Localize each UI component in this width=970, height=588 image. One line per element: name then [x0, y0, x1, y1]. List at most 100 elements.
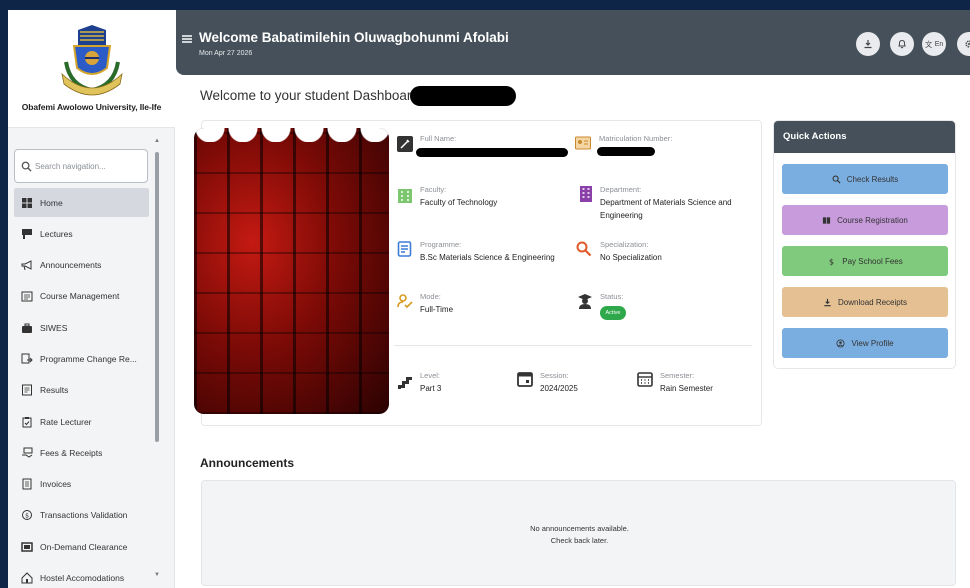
sidebar-scrollbar[interactable]: ▲ ▼ [154, 136, 162, 586]
level-label: Level: [420, 371, 441, 380]
megaphone-icon [21, 260, 32, 271]
settings-button[interactable] [957, 32, 970, 56]
app-window: Obafemi Awolowo University, Ile-Ife Home… [8, 10, 970, 588]
edit-id-icon [397, 136, 413, 152]
button-label: Download Receipts [838, 297, 907, 307]
hand-money-icon [22, 447, 33, 458]
sidebar-item-programme-change[interactable]: Programme Change Re... [14, 344, 149, 373]
check-results-button[interactable]: Check Results [782, 164, 948, 194]
svg-text:$: $ [25, 513, 29, 520]
sidebar-item-lectures[interactable]: Lectures [14, 219, 149, 248]
current-date: Mon Apr 27 2026 [199, 50, 253, 57]
search-icon [21, 161, 32, 172]
semester-value: Rain Semester [660, 384, 713, 393]
install-button[interactable] [856, 32, 880, 56]
empty-message-line1: No announcements available. [530, 524, 629, 533]
sidebar-item-fees-receipts[interactable]: Fees & Receipts [14, 438, 149, 467]
sidebar-item-hostel-accommodations[interactable]: Hostel Accomodations [14, 564, 149, 588]
university-name: Obafemi Awolowo University, Ile-Ife [21, 102, 162, 112]
button-label: Course Registration [837, 215, 908, 225]
translate-icon: 文 [925, 40, 932, 49]
language-button[interactable]: 文 En [922, 32, 946, 56]
download-receipts-button[interactable]: Download Receipts [782, 287, 948, 317]
sidebar-item-label: Transactions Validation [40, 510, 128, 521]
sidebar: Obafemi Awolowo University, Ile-Ife Home… [8, 10, 175, 588]
matric-label: Matriculation Number: [599, 134, 673, 143]
sidebar-item-label: SIWES [40, 322, 68, 333]
quick-actions-title: Quick Actions [774, 121, 955, 153]
sidebar-item-on-demand-clearance[interactable]: On-Demand Clearance [14, 532, 149, 561]
stairs-icon [398, 377, 412, 389]
level-value: Part 3 [420, 384, 442, 393]
notifications-button[interactable] [890, 32, 914, 56]
clipboard-icon [22, 416, 32, 428]
sidebar-item-label: Announcements [40, 260, 102, 271]
search-input[interactable] [35, 156, 143, 176]
programme-label: Programme: [420, 240, 462, 249]
photo-edge-top [194, 128, 389, 142]
search-icon [832, 175, 841, 184]
sidebar-item-transactions-validation[interactable]: $ Transactions Validation [14, 501, 149, 530]
view-profile-button[interactable]: View Profile [782, 328, 948, 358]
redacted-student-name [410, 86, 516, 106]
department-label: Department: [600, 185, 642, 194]
status-badge: Active [600, 306, 626, 320]
empty-message-line2: Check back later. [550, 536, 609, 545]
department-value-line1: Department of Materials Science and [600, 198, 732, 207]
sidebar-item-label: Programme Change Re... [40, 353, 137, 364]
sidebar-item-label: On-Demand Clearance [40, 541, 128, 552]
sidebar-item-label: Fees & Receipts [40, 447, 103, 458]
welcome-title: Welcome Babatimilehin Oluwagbohunmi Afol… [199, 30, 509, 45]
mode-value: Full-Time [420, 305, 454, 314]
pay-school-fees-button[interactable]: $ Pay School Fees [782, 246, 948, 276]
announcements-empty-state: No announcements available. Check back l… [202, 523, 957, 547]
user-circle-icon [836, 338, 845, 348]
brand: Obafemi Awolowo University, Ile-Ife [8, 10, 175, 128]
programme-document-icon [397, 241, 412, 257]
sidebar-item-label: Course Management [40, 291, 120, 302]
scrollbar-thumb[interactable] [155, 152, 159, 442]
scroll-up-icon[interactable]: ▲ [154, 138, 160, 144]
sidebar-item-label: Lectures [40, 228, 73, 239]
calendar-list-icon [21, 291, 33, 302]
announcements-title: Announcements [200, 456, 295, 470]
top-header: Welcome Babatimilehin Oluwagbohunmi Afol… [176, 10, 970, 75]
sidebar-item-results[interactable]: Results [14, 376, 149, 405]
language-label: En [934, 40, 944, 48]
search-box[interactable] [14, 149, 148, 183]
briefcase-icon [22, 323, 32, 333]
lectern-icon [22, 228, 32, 239]
id-card-icon [575, 136, 591, 150]
hamburger-menu-icon[interactable] [182, 34, 192, 44]
semester-label: Semester: [660, 371, 695, 380]
redacted-full-name [416, 148, 568, 157]
home-icon [22, 197, 32, 208]
office-building-icon [580, 186, 592, 202]
sidebar-item-label: Results [40, 385, 69, 396]
dollar-icon: $ [829, 257, 834, 266]
full-name-label: Full Name: [420, 134, 457, 143]
svg-text:文: 文 [925, 40, 932, 49]
gear-icon [965, 40, 970, 48]
session-value: 2024/2025 [540, 384, 578, 393]
sidebar-item-rate-lecturer[interactable]: Rate Lecturer [14, 407, 149, 436]
sidebar-item-label: Rate Lecturer [40, 416, 92, 427]
scroll-down-icon[interactable]: ▼ [154, 572, 160, 578]
sidebar-item-invoices[interactable]: Invoices [14, 470, 149, 499]
book-icon [823, 216, 831, 224]
course-registration-button[interactable]: Course Registration [782, 205, 948, 235]
university-logo [61, 25, 123, 96]
status-label: Status: [600, 292, 624, 301]
clearance-icon [21, 542, 33, 552]
download-icon [824, 298, 831, 306]
sidebar-item-home[interactable]: Home [14, 188, 149, 217]
mode-label: Mode: [420, 292, 441, 301]
sidebar-item-course-management[interactable]: Course Management [14, 282, 149, 311]
sidebar-item-announcements[interactable]: Announcements [14, 251, 149, 280]
specialization-value: No Specialization [600, 253, 662, 262]
magnifier-icon [576, 241, 592, 257]
quick-actions-panel: Quick Actions Check Results Course Regis… [773, 120, 956, 369]
sidebar-item-siwes[interactable]: SIWES [14, 313, 149, 342]
button-label: Pay School Fees [842, 256, 903, 266]
download-icon [864, 40, 872, 49]
